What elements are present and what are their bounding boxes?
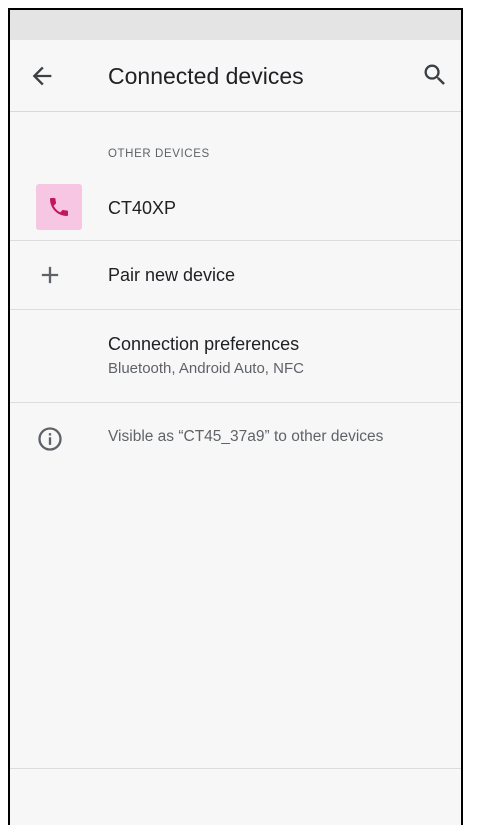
add-icon <box>36 261 64 289</box>
page-title: Connected devices <box>108 63 304 89</box>
pair-new-device-label: Pair new device <box>108 265 236 285</box>
status-bar <box>10 10 461 40</box>
connection-preferences-label: Connection preferences <box>108 334 300 354</box>
device-name: CT40XP <box>108 198 177 218</box>
device-item-ct40xp[interactable]: CT40XP <box>10 178 461 240</box>
connection-preferences-item[interactable]: Connection preferences Bluetooth, Androi… <box>10 310 461 402</box>
screen: Connected devices OTHER DEVICES CT40XP P… <box>8 8 463 825</box>
search-icon[interactable] <box>421 61 449 89</box>
phone-icon <box>50 198 68 216</box>
visibility-info: Visible as “CT45_37a9” to other devices <box>10 403 461 463</box>
device-icon-background <box>36 184 82 230</box>
connection-preferences-summary: Bluetooth, Android Auto, NFC <box>108 360 304 377</box>
info-icon <box>36 425 64 453</box>
section-header-other-devices: OTHER DEVICES <box>108 148 210 160</box>
visibility-text: Visible as “CT45_37a9” to other devices <box>108 428 384 445</box>
pair-new-device-item[interactable]: Pair new device <box>10 241 461 309</box>
app-bar: Connected devices <box>10 40 461 112</box>
arrow-back-icon[interactable] <box>28 62 56 90</box>
bottom-divider <box>10 768 461 769</box>
